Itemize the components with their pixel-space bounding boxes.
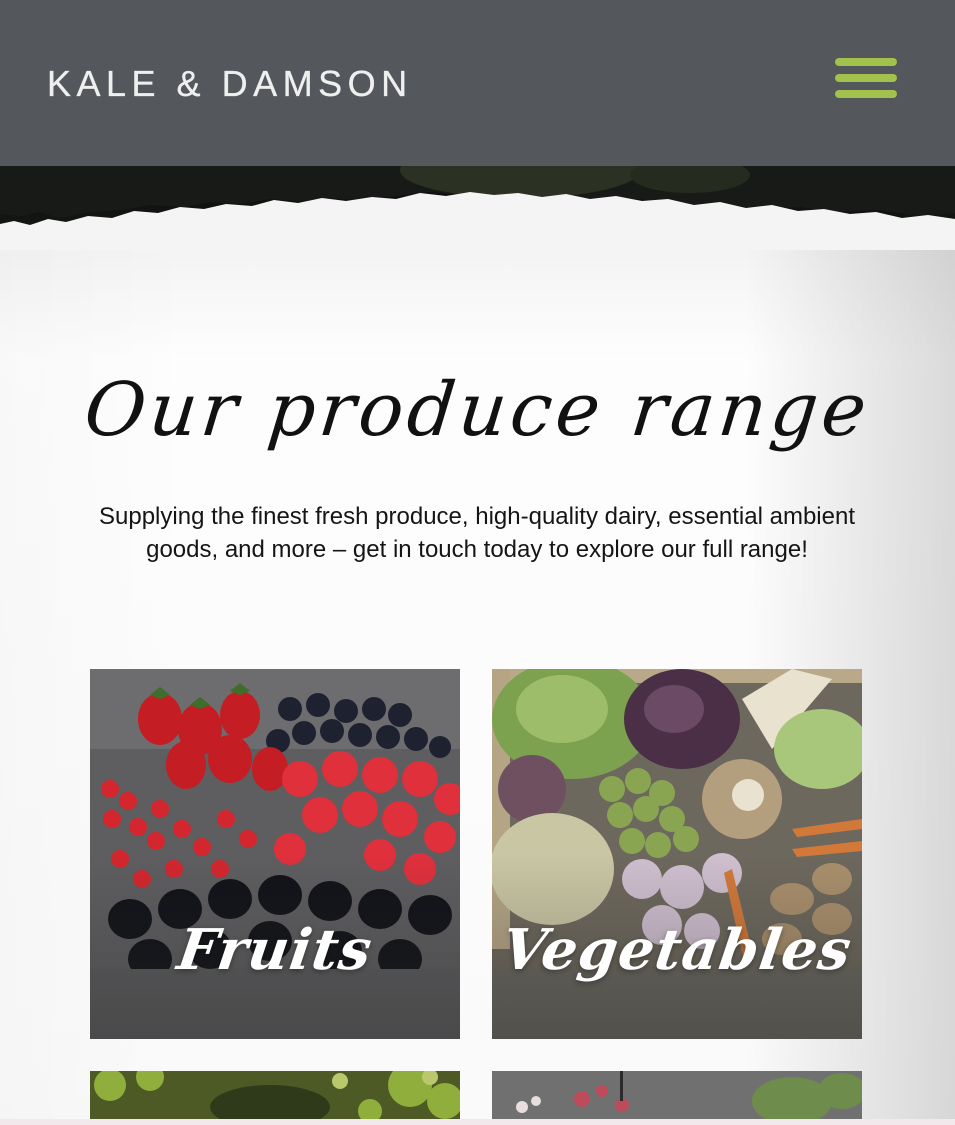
intro-paragraph: Supplying the finest fresh produce, high… xyxy=(99,503,855,563)
tile-shade xyxy=(492,669,862,1039)
hamburger-menu-icon[interactable] xyxy=(835,56,897,102)
page-title: Our produce range xyxy=(80,367,875,453)
category-tile-vegetables[interactable]: Vegetables xyxy=(492,669,862,1039)
site-header: KALE & DAMSON xyxy=(0,0,955,166)
category-tile-microgreens[interactable] xyxy=(492,1071,862,1125)
page: KALE & DAMSON Our produce range Supplyin… xyxy=(0,0,955,1125)
menu-bar-bottom xyxy=(835,90,897,98)
category-tile-fruits[interactable]: Fruits xyxy=(90,669,460,1039)
bottom-bar xyxy=(0,1119,955,1125)
menu-bar-middle xyxy=(835,74,897,82)
salad-leaves-photo xyxy=(90,1071,460,1125)
category-label: Vegetables xyxy=(498,917,856,983)
category-tile-salad[interactable] xyxy=(90,1071,460,1125)
menu-bar-top xyxy=(835,58,897,66)
brand-logo[interactable]: KALE & DAMSON xyxy=(47,63,413,104)
tile-shade xyxy=(90,669,460,1039)
category-label: Fruits xyxy=(173,917,377,983)
microgreens-photo xyxy=(492,1071,862,1125)
